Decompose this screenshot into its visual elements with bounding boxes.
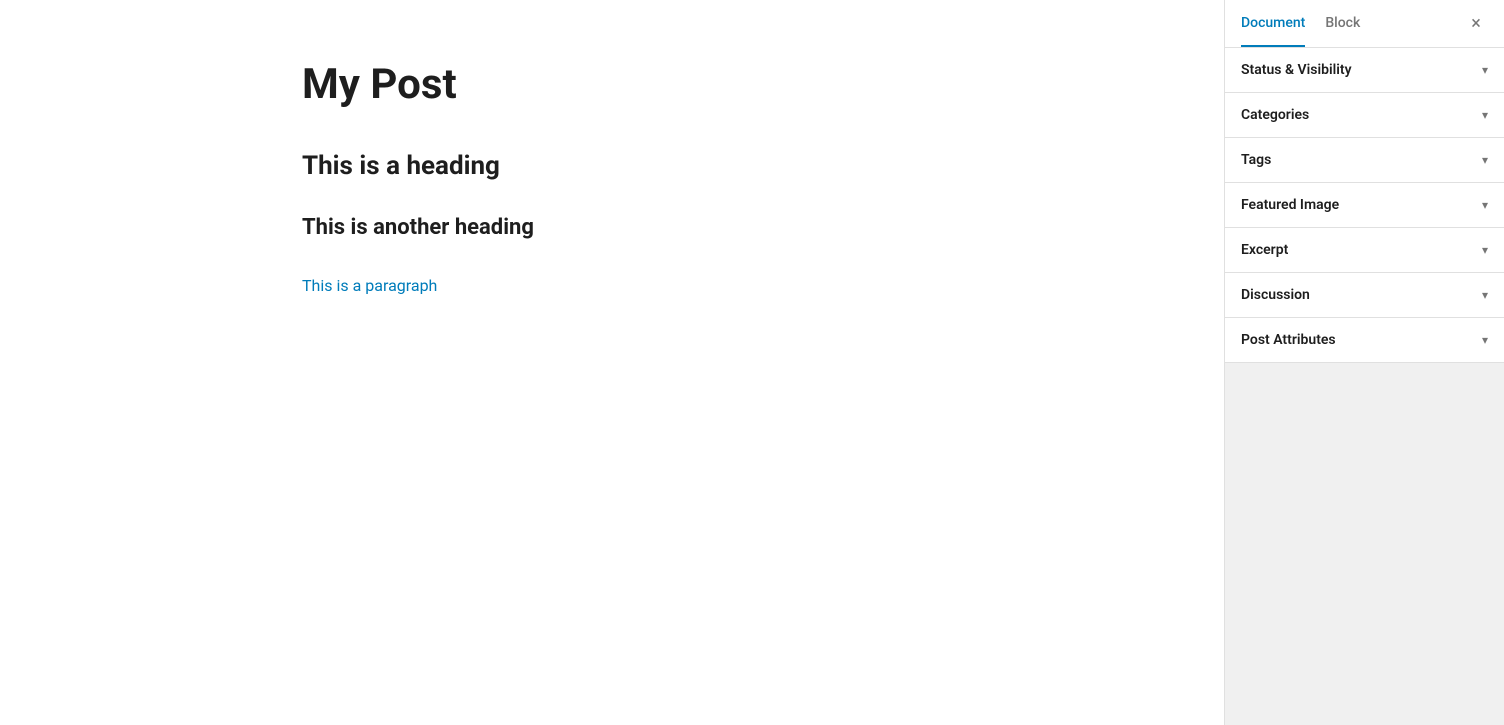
editor-area[interactable]: My Post This is a heading This is anothe… bbox=[0, 0, 1224, 725]
chevron-down-icon: ▾ bbox=[1482, 243, 1488, 257]
sidebar-tabs: Document Block × bbox=[1225, 0, 1504, 48]
heading-2[interactable]: This is another heading bbox=[302, 214, 922, 243]
chevron-down-icon: ▾ bbox=[1482, 198, 1488, 212]
sidebar-panels: Status & Visibility ▾ Categories ▾ Tags … bbox=[1225, 48, 1504, 387]
panel-post-attributes[interactable]: Post Attributes ▾ bbox=[1225, 318, 1504, 363]
sidebar: Document Block × Status & Visibility ▾ C… bbox=[1224, 0, 1504, 725]
chevron-down-icon: ▾ bbox=[1482, 153, 1488, 167]
chevron-down-icon: ▾ bbox=[1482, 63, 1488, 77]
chevron-down-icon: ▾ bbox=[1482, 333, 1488, 347]
panel-status-visibility-label: Status & Visibility bbox=[1241, 62, 1352, 78]
sidebar-bottom bbox=[1225, 387, 1504, 725]
chevron-down-icon: ▾ bbox=[1482, 108, 1488, 122]
chevron-down-icon: ▾ bbox=[1482, 288, 1488, 302]
panel-status-visibility[interactable]: Status & Visibility ▾ bbox=[1225, 48, 1504, 93]
panel-featured-image[interactable]: Featured Image ▾ bbox=[1225, 183, 1504, 228]
panel-tags-label: Tags bbox=[1241, 152, 1271, 168]
panel-excerpt-label: Excerpt bbox=[1241, 242, 1288, 258]
panel-post-attributes-label: Post Attributes bbox=[1241, 332, 1336, 348]
tab-document[interactable]: Document bbox=[1241, 1, 1305, 47]
panel-categories-label: Categories bbox=[1241, 107, 1309, 123]
tab-block[interactable]: Block bbox=[1325, 1, 1360, 47]
heading-1[interactable]: This is a heading bbox=[302, 150, 922, 184]
panel-categories[interactable]: Categories ▾ bbox=[1225, 93, 1504, 138]
panel-discussion[interactable]: Discussion ▾ bbox=[1225, 273, 1504, 318]
panel-tags[interactable]: Tags ▾ bbox=[1225, 138, 1504, 183]
panel-featured-image-label: Featured Image bbox=[1241, 197, 1339, 213]
panel-discussion-label: Discussion bbox=[1241, 287, 1310, 303]
paragraph-block[interactable]: This is a paragraph bbox=[302, 273, 922, 299]
panel-excerpt[interactable]: Excerpt ▾ bbox=[1225, 228, 1504, 273]
post-title[interactable]: My Post bbox=[302, 60, 922, 110]
sidebar-close-button[interactable]: × bbox=[1464, 12, 1488, 36]
editor-content: My Post This is a heading This is anothe… bbox=[262, 60, 962, 298]
